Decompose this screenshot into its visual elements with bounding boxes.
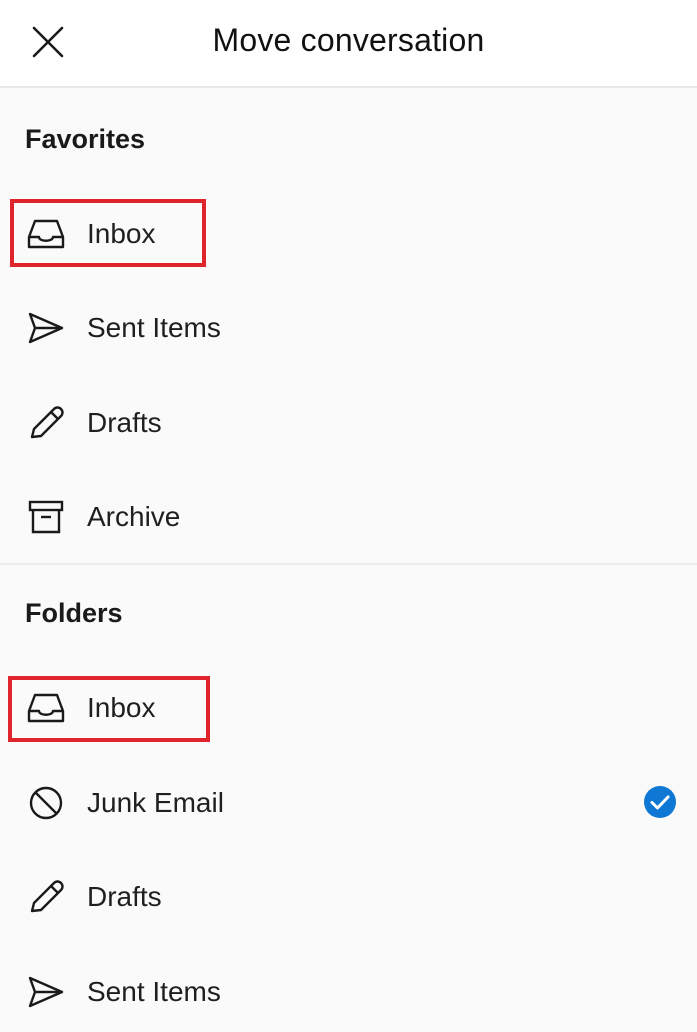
page-title: Move conversation (212, 22, 485, 58)
favorites-item-sent-items[interactable]: Sent Items (0, 288, 697, 368)
section-title-folders: Folders (25, 598, 123, 628)
favorites-item-archive[interactable]: Archive (0, 477, 697, 557)
pencil-icon (26, 877, 66, 917)
favorites-item-label: Drafts (87, 407, 162, 438)
favorites-item-inbox[interactable]: Inbox (0, 194, 697, 274)
folders-item-label: Junk Email (87, 787, 224, 818)
send-icon (26, 972, 66, 1012)
checkmark-icon (644, 786, 676, 818)
favorites-item-label: Archive (87, 501, 181, 532)
folders-item-drafts[interactable]: Drafts (0, 857, 697, 937)
block-icon (26, 783, 66, 823)
archive-icon (26, 497, 66, 537)
inbox-icon (26, 214, 66, 254)
section-title-favorites: Favorites (25, 124, 146, 154)
header-bar: Move conversation (0, 0, 697, 88)
folders-item-label: Inbox (87, 692, 156, 723)
pencil-icon (26, 403, 66, 443)
folders-item-sent-items[interactable]: Sent Items (0, 952, 697, 1032)
send-icon (26, 308, 66, 348)
inbox-icon (26, 688, 66, 728)
favorites-item-label: Inbox (87, 218, 156, 249)
folders-item-inbox[interactable]: Inbox (0, 668, 697, 748)
folders-item-label: Sent Items (87, 976, 221, 1007)
section-divider (0, 563, 697, 565)
folders-item-junk-email[interactable]: Junk Email (0, 763, 697, 843)
favorites-item-drafts[interactable]: Drafts (0, 383, 697, 463)
favorites-item-label: Sent Items (87, 312, 221, 343)
folders-item-label: Drafts (87, 881, 162, 912)
